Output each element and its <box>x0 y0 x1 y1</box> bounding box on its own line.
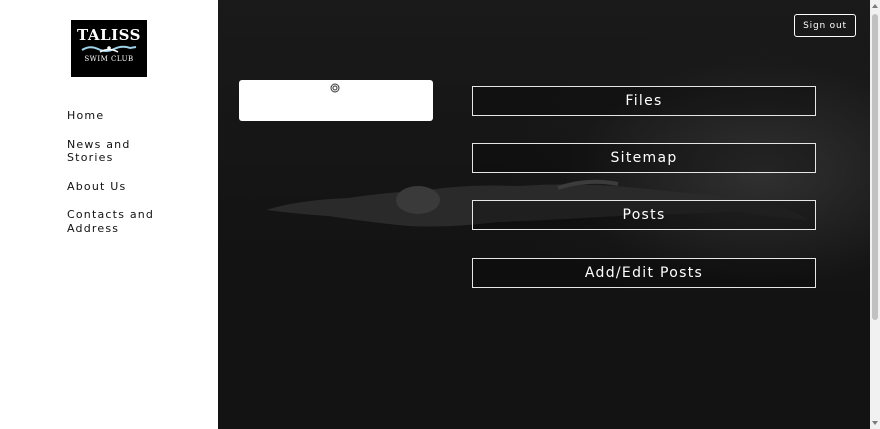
nav-item-contacts-and-address[interactable]: Contacts and Address <box>67 208 167 235</box>
sign-out-button[interactable]: Sign out <box>794 14 856 37</box>
swimmer-wave-icon <box>81 45 137 53</box>
nav-item-home[interactable]: Home <box>67 109 167 123</box>
nav-item-about-us[interactable]: About Us <box>67 180 167 194</box>
sitemap-button[interactable]: Sitemap <box>472 143 816 173</box>
scroll-down-icon[interactable] <box>872 421 878 425</box>
target-icon <box>330 83 340 93</box>
club-logo[interactable]: TALISS SWIM CLUB <box>71 20 147 77</box>
main-nav: Home News and Stories About Us Contacts … <box>67 109 167 250</box>
scroll-up-icon[interactable] <box>872 4 878 8</box>
sidebar: TALISS SWIM CLUB Home News and Stories A… <box>0 0 218 429</box>
posts-button[interactable]: Posts <box>472 200 816 230</box>
files-button[interactable]: Files <box>472 86 816 116</box>
main-panel: Sign out Files Sitemap Posts Add/Edit Po… <box>218 0 870 429</box>
loading-panel <box>239 80 433 121</box>
scrollbar-thumb[interactable] <box>872 14 878 320</box>
vertical-scrollbar[interactable] <box>870 0 880 429</box>
logo-title: TALISS <box>77 26 141 44</box>
nav-item-news-and-stories[interactable]: News and Stories <box>67 138 167 165</box>
logo-subtitle: SWIM CLUB <box>84 55 134 63</box>
add-edit-posts-button[interactable]: Add/Edit Posts <box>472 258 816 288</box>
